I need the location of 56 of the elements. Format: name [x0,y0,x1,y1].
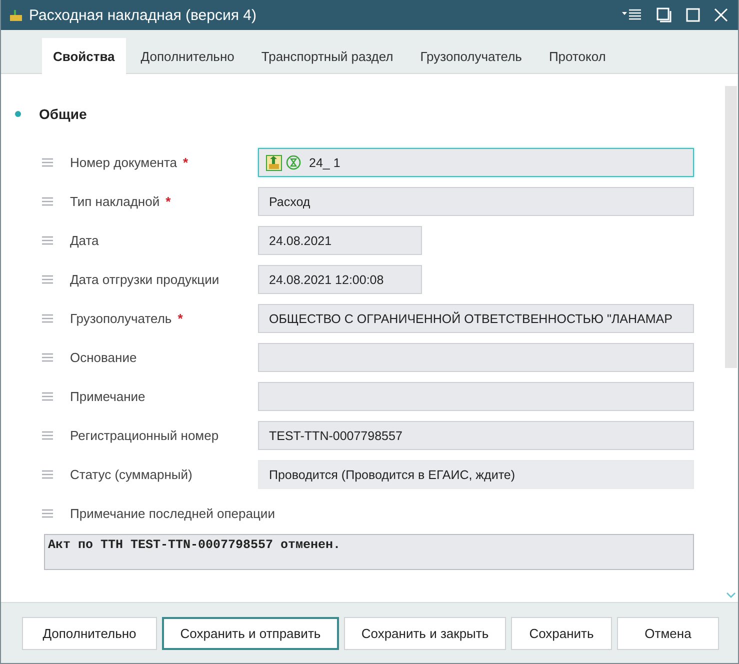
required-mark: * [183,155,188,170]
required-mark: * [178,311,183,326]
status-field[interactable]: Проводится (Проводится в ЕГАИС, ждите) [258,460,694,489]
window-title: Расходная накладная (версия 4) [29,6,258,24]
section-title: Общие [39,106,87,122]
footer-button[interactable]: Сохранить [511,617,612,650]
drag-handle-icon[interactable] [42,470,53,479]
field-label: Номер документа [70,155,178,170]
field-label: Основание [70,350,137,365]
input-field[interactable]: 24_ 1 [258,148,694,177]
scroll-down-icon[interactable] [726,592,736,598]
tab[interactable]: Дополнительно [132,38,246,74]
menu-icon[interactable] [622,8,642,22]
restore-icon[interactable] [656,7,672,23]
drag-handle-icon[interactable] [42,275,53,284]
tab[interactable]: Свойства [42,38,126,74]
drag-handle-icon[interactable] [42,314,53,323]
document-icon [9,8,23,22]
drag-handle-icon[interactable] [42,431,53,440]
footer-button[interactable]: Отмена [617,617,719,650]
field-label: Примечание последней операции [70,506,275,521]
drag-handle-icon[interactable] [42,353,53,362]
field-label: Дата [70,233,99,248]
drag-handle-icon[interactable] [42,158,53,167]
drag-handle-icon[interactable] [42,392,53,401]
input-field[interactable]: 24.08.2021 12:00:08 [258,265,422,294]
field-label: Регистрационный номер [70,428,219,443]
close-icon[interactable] [714,8,728,22]
maximize-icon[interactable] [686,8,700,22]
footer-button[interactable]: Сохранить и закрыть [344,617,506,650]
bullet-icon [15,111,21,117]
input-field[interactable] [258,343,694,372]
note-field[interactable]: Акт по ТТН TEST-TTN-0007798557 отменен. [44,534,694,570]
input-field[interactable]: 24.08.2021 [258,226,422,255]
tab[interactable]: Транспортный раздел [252,38,406,74]
field-value: 24_ 1 [309,156,340,170]
field-label: Дата отгрузки продукции [70,272,220,287]
required-mark: * [166,194,171,209]
tab[interactable]: Протокол [540,38,618,74]
drag-handle-icon[interactable] [42,509,53,518]
tab[interactable]: Грузополучатель [411,38,534,74]
hourglass-icon [286,155,301,170]
footer-button[interactable]: Сохранить и отправить [162,617,339,650]
input-field[interactable]: Расход [258,187,694,216]
input-field[interactable] [258,382,694,411]
field-label: Статус (суммарный) [70,467,192,482]
scrollbar-thumb[interactable] [725,86,737,368]
field-label: Примечание [70,389,146,404]
field-label: Тип накладной [70,194,160,209]
drag-handle-icon[interactable] [42,236,53,245]
drag-handle-icon[interactable] [42,197,53,206]
input-field[interactable]: ОБЩЕСТВО С ОГРАНИЧЕННОЙ ОТВЕТСТВЕННОСТЬЮ "ЛАНАМАР [258,304,694,333]
footer-button[interactable]: Дополнительно [22,617,157,650]
upload-icon [266,154,282,170]
input-field[interactable]: TEST-TTN-0007798557 [258,421,694,450]
field-label: Грузополучатель [70,311,172,326]
